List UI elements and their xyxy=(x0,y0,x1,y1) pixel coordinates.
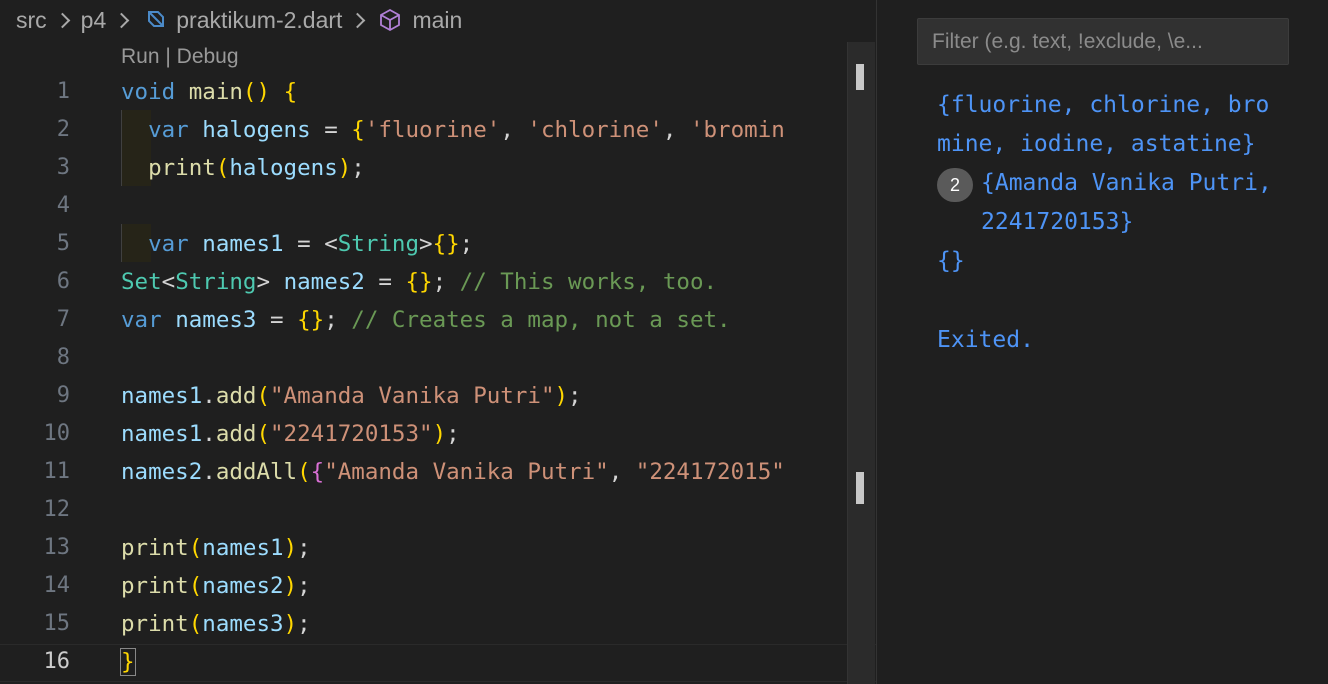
scrollbar-marker xyxy=(856,472,864,504)
code-line[interactable]: 13 print(names1); xyxy=(0,529,876,567)
breadcrumb-item-main[interactable]: main xyxy=(376,7,462,34)
line-number: 16 xyxy=(43,649,71,674)
output-line: {Amanda Vanika Putri, xyxy=(981,170,1272,196)
code-text[interactable]: void main() { xyxy=(121,73,297,111)
code-text[interactable]: Set<String> names2 = {}; // This works, … xyxy=(121,263,717,301)
scrollbar-marker xyxy=(856,64,864,90)
output-line: {fluorine, chlorine, bro xyxy=(937,92,1270,118)
breadcrumb: src p4 praktikum-2.dart main xyxy=(0,0,876,40)
code-line[interactable]: 5 var names1 = <String>{}; xyxy=(0,225,876,263)
code-text[interactable]: print(names2); xyxy=(121,567,311,605)
filter-input[interactable]: Filter (e.g. text, !exclude, \e... xyxy=(917,18,1289,65)
chevron-right-icon xyxy=(112,9,134,31)
breadcrumb-item-src[interactable]: src xyxy=(16,7,47,34)
line-number: 5 xyxy=(56,231,70,256)
code-line[interactable]: 2 var halogens = {'fluorine', 'chlorine'… xyxy=(0,111,876,149)
breadcrumb-label: praktikum-2.dart xyxy=(176,6,343,33)
code-line[interactable]: 12 xyxy=(0,491,876,529)
symbol-method-icon xyxy=(380,8,401,32)
code-line[interactable]: 9 names1.add("Amanda Vanika Putri"); xyxy=(0,377,876,415)
line-number: 11 xyxy=(43,459,71,484)
code-text[interactable]: print(names1); xyxy=(121,529,311,567)
code-line[interactable]: 15 print(names3); xyxy=(0,605,876,643)
line-number: 8 xyxy=(56,345,70,370)
code-text[interactable]: var names3 = {}; // Creates a map, not a… xyxy=(121,301,731,339)
line-number: 6 xyxy=(56,269,70,294)
breadcrumb-label: src xyxy=(16,6,47,33)
chevron-right-icon xyxy=(53,9,75,31)
breadcrumb-item-file[interactable]: praktikum-2.dart xyxy=(140,7,342,34)
line-number: 12 xyxy=(43,497,71,522)
code-text[interactable]: print(halogens); xyxy=(121,149,365,187)
line-number: 3 xyxy=(56,155,70,180)
code-line[interactable]: 1 void main() { xyxy=(0,73,876,111)
code-line[interactable]: 10 names1.add("2241720153"); xyxy=(0,415,876,453)
code-editor[interactable]: Run | Debug 1 void main() {2 var halogens… xyxy=(0,40,876,684)
codelens-run-debug[interactable]: Run | Debug xyxy=(121,45,239,69)
line-number: 7 xyxy=(56,307,70,332)
line-number: 13 xyxy=(43,535,71,560)
output-panel: Filter (e.g. text, !exclude, \e... {fluo… xyxy=(877,0,1328,684)
repeat-count-badge: 2 xyxy=(937,168,973,202)
code-text[interactable]: names2.addAll({"Amanda Vanika Putri", "2… xyxy=(121,453,785,491)
line-number: 9 xyxy=(56,383,70,408)
line-number: 2 xyxy=(56,117,70,142)
code-text[interactable]: } xyxy=(120,643,136,681)
line-number: 10 xyxy=(43,421,71,446)
code-line[interactable]: 6 Set<String> names2 = {}; // This works,… xyxy=(0,263,876,301)
code-text[interactable]: names1.add("2241720153"); xyxy=(121,415,460,453)
code-line[interactable]: 7 var names3 = {}; // Creates a map, not … xyxy=(0,301,876,339)
dart-file-icon xyxy=(148,11,165,27)
line-number: 14 xyxy=(43,573,71,598)
line-number: 15 xyxy=(43,611,71,636)
code-line[interactable]: 4 xyxy=(0,187,876,225)
code-line[interactable]: 8 xyxy=(0,339,876,377)
breadcrumb-label: p4 xyxy=(80,6,107,33)
output-line: 2241720153} xyxy=(981,209,1134,235)
line-number: 4 xyxy=(56,193,70,218)
output-line: Exited. xyxy=(937,327,1034,353)
code-text[interactable]: names1.add("Amanda Vanika Putri"); xyxy=(121,377,582,415)
code-line[interactable]: 3 print(halogens); xyxy=(0,149,876,187)
code-line[interactable]: 14 print(names2); xyxy=(0,567,876,605)
code-text[interactable]: var halogens = {'fluorine', 'chlorine', … xyxy=(121,111,785,149)
code-line[interactable]: 11 names2.addAll({"Amanda Vanika Putri", … xyxy=(0,453,876,491)
breadcrumb-label: main xyxy=(412,6,463,33)
output-line: {} xyxy=(937,248,965,274)
line-number: 1 xyxy=(56,79,70,104)
chevron-right-icon xyxy=(348,9,370,31)
code-line[interactable]: 16} xyxy=(0,643,876,681)
code-text[interactable]: var names1 = <String>{}; xyxy=(121,225,473,263)
output-line: mine, iodine, astatine} xyxy=(937,131,1256,157)
code-text[interactable]: print(names3); xyxy=(121,605,311,643)
breadcrumb-item-p4[interactable]: p4 xyxy=(81,7,107,34)
editor-scrollbar[interactable] xyxy=(847,42,875,684)
